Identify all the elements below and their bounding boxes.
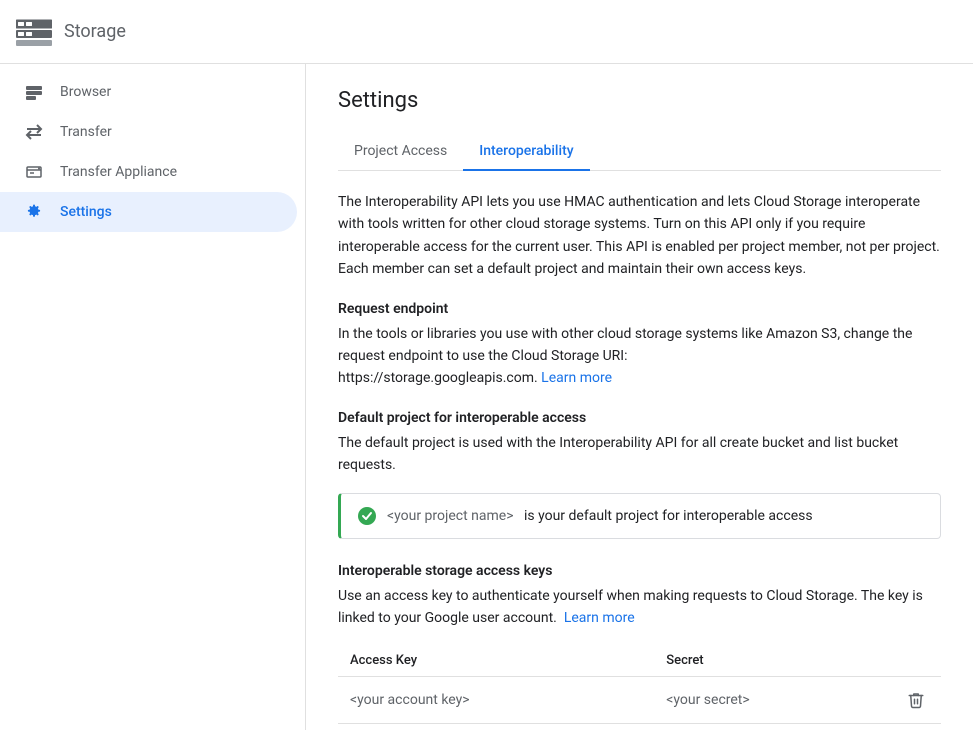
sidebar-item-settings[interactable]: Settings xyxy=(0,192,297,232)
sidebar: Browser Transfer xyxy=(0,64,306,730)
page-title: Settings xyxy=(338,88,941,113)
settings-icon xyxy=(24,202,44,222)
storage-icon xyxy=(16,18,52,46)
sidebar-item-transfer-appliance-label: Transfer Appliance xyxy=(60,164,177,180)
sidebar-item-browser[interactable]: Browser xyxy=(0,72,297,112)
transfer-appliance-icon xyxy=(24,162,44,182)
layout: Browser Transfer xyxy=(0,64,973,730)
default-project-title: Default project for interoperable access xyxy=(338,410,941,426)
access-keys-section: Interoperable storage access keys Use an… xyxy=(338,563,941,730)
project-name: <your project name> xyxy=(387,508,514,524)
transfer-icon xyxy=(24,122,44,142)
sidebar-item-transfer[interactable]: Transfer xyxy=(0,112,297,152)
request-endpoint-desc: In the tools or libraries you use with o… xyxy=(338,323,941,390)
intro-description: The Interoperability API lets you use HM… xyxy=(338,191,941,281)
main-content: Settings Project Access Interoperability… xyxy=(306,64,973,730)
tab-project-access[interactable]: Project Access xyxy=(338,133,463,171)
project-box-text: <your project name> is your default proj… xyxy=(387,508,813,524)
sidebar-item-transfer-appliance[interactable]: Transfer Appliance xyxy=(0,152,297,192)
request-endpoint-title: Request endpoint xyxy=(338,301,941,317)
access-keys-learn-more[interactable]: Learn more xyxy=(564,610,635,626)
default-project-section: Default project for interoperable access… xyxy=(338,410,941,539)
table-row: <your account key><your secret> xyxy=(338,677,941,724)
check-circle-icon xyxy=(357,506,377,526)
top-header: Storage xyxy=(0,0,973,64)
access-keys-title: Interoperable storage access keys xyxy=(338,563,941,579)
access-keys-desc: Use an access key to authenticate yourse… xyxy=(338,585,941,630)
delete-key-button[interactable] xyxy=(903,687,929,713)
default-project-desc: The default project is used with the Int… xyxy=(338,432,941,477)
keys-table: Access Key Secret <your account key><you… xyxy=(338,645,941,724)
tab-interoperability[interactable]: Interoperability xyxy=(463,133,589,171)
col-access-key: Access Key xyxy=(338,645,654,677)
sidebar-item-transfer-label: Transfer xyxy=(60,124,112,140)
request-endpoint-section: Request endpoint In the tools or librari… xyxy=(338,301,941,390)
sidebar-item-settings-label: Settings xyxy=(60,204,112,220)
secret-value: <your secret> xyxy=(654,677,891,724)
request-endpoint-learn-more[interactable]: Learn more xyxy=(541,370,612,386)
col-secret: Secret xyxy=(654,645,891,677)
tabs: Project Access Interoperability xyxy=(338,133,941,171)
default-project-box: <your project name> is your default proj… xyxy=(338,493,941,539)
app-title: Storage xyxy=(64,21,126,42)
browser-icon xyxy=(24,82,44,102)
access-key-value: <your account key> xyxy=(338,677,654,724)
sidebar-item-browser-label: Browser xyxy=(60,84,111,100)
project-box-suffix: is your default project for interoperabl… xyxy=(524,508,813,524)
